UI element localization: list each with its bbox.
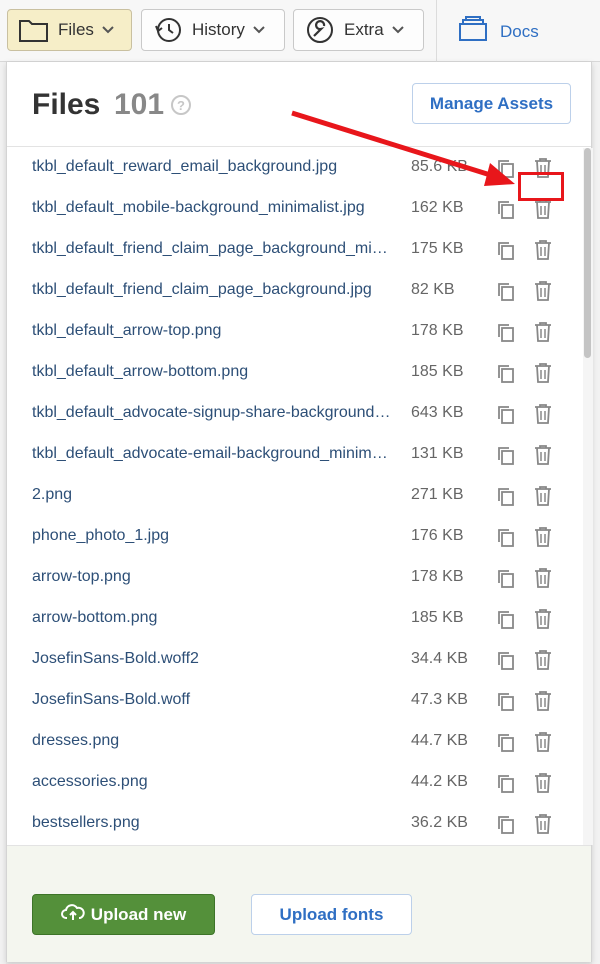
- annotation-arrow: [291, 110, 515, 186]
- annotation-highlight-box: [518, 172, 564, 201]
